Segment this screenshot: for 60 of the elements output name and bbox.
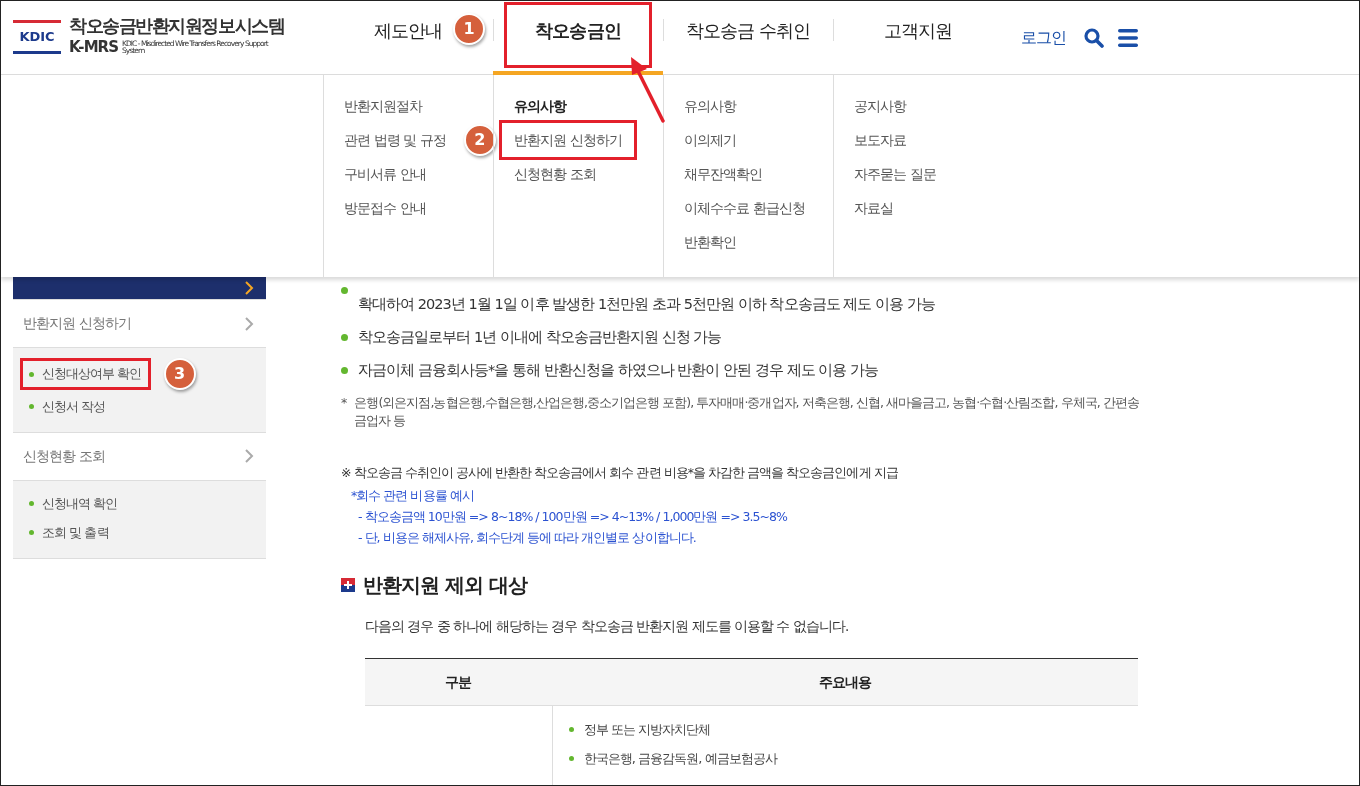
footnote-mark: * bbox=[341, 394, 347, 412]
sidebar-subitem[interactable]: 신청서 작성 bbox=[23, 394, 112, 420]
menu-item[interactable]: 방문접수 안내 bbox=[332, 191, 438, 225]
chevron-icon bbox=[244, 448, 254, 464]
bullet-text: 확대하여 2023년 1월 1일 이후 발생한 1천만원 초과 5천만원 이하 착오송금도 제도 이용 가능 bbox=[358, 295, 935, 314]
footnote-text: 은행(외은지점,농협은행,수협은행,산업은행,중소기업은행 포함), 투자매매·중개업자, 저축은행, 신협, 새마을금고, 농협·수협·산림조합, 우체국, 간편송금업자 등 bbox=[354, 394, 1140, 430]
sidebar-subitem[interactable]: 신청대상여부 확인 bbox=[23, 361, 148, 387]
bullet-icon bbox=[341, 334, 348, 341]
nav-tab[interactable]: 착오송금 수취인 bbox=[681, 4, 814, 65]
note-line: - 착오송금액 10만원 => 8~18% / 100만원 => 4~13% / 1,000만원 => 3.5~8% bbox=[357, 507, 788, 526]
nav-tab[interactable]: 고객지원 bbox=[879, 4, 957, 65]
nav-tab[interactable]: 제도안내 bbox=[369, 4, 447, 65]
step-number: 3 bbox=[163, 358, 196, 390]
note-line: *회수 관련 비용률 예시 bbox=[350, 486, 475, 505]
table-list-item: 한국은행, 금융감독원, 예금보험공사 bbox=[583, 749, 777, 768]
nav-tab[interactable]: 착오송금인 bbox=[507, 4, 649, 65]
menu-item[interactable]: 이의제기 bbox=[672, 123, 749, 157]
menu-item[interactable]: 공지사항 bbox=[842, 89, 919, 123]
step-number: 1 bbox=[453, 12, 485, 45]
menu-item[interactable]: 자주묻는 질문 bbox=[842, 157, 948, 191]
chevron-icon bbox=[244, 315, 254, 332]
sidebar-subitem[interactable]: 조회 및 출력 bbox=[23, 520, 115, 546]
pointer-arrow bbox=[631, 57, 665, 123]
column-header: 구분 bbox=[365, 658, 552, 706]
menu-item[interactable]: 반환확인 bbox=[672, 225, 749, 259]
menu-item[interactable]: 신청현황 조회 bbox=[502, 157, 608, 191]
menu-item[interactable]: 이체수수료 환급신청 bbox=[672, 191, 817, 225]
sidebar-subitem[interactable]: 신청내역 확인 bbox=[23, 490, 124, 516]
logo: KDIC bbox=[13, 20, 61, 55]
bullet-icon bbox=[341, 287, 348, 294]
menu-item[interactable]: 보도자료 bbox=[842, 123, 919, 157]
section-icon bbox=[341, 577, 355, 592]
menu-item[interactable]: 유의사항 bbox=[672, 89, 749, 123]
login-link[interactable]: 로그인 bbox=[1021, 25, 1067, 50]
search-icon[interactable] bbox=[1084, 27, 1105, 48]
menu-item[interactable]: 구비서류 안내 bbox=[332, 157, 438, 191]
menu-item[interactable]: 반환지원 신청하기 bbox=[502, 123, 634, 157]
bullet-text: 착오송금일로부터 1년 이내에 착오송금반환지원 신청 가능 bbox=[358, 328, 722, 347]
menu-item[interactable]: 자료실 bbox=[842, 191, 906, 225]
bullet-icon bbox=[568, 755, 574, 761]
sidebar-item[interactable] bbox=[13, 277, 266, 300]
intro-text: 다음의 경우 중 하나에 해당하는 경우 착오송금 반환지원 제도를 이용할 수 없습니다. bbox=[365, 616, 850, 636]
bullet-icon bbox=[568, 727, 574, 733]
table-list-item: 정부 또는 지방자치단체 bbox=[583, 721, 711, 739]
site-short-name: K-MRS bbox=[69, 37, 119, 59]
menu-item[interactable]: 채무잔액확인 bbox=[672, 157, 775, 191]
menu-item[interactable]: 관련 법령 및 규정 bbox=[332, 123, 458, 157]
bullet-icon bbox=[341, 367, 348, 374]
notice-text: ※ 착오송금 수취인이 공사에 반환한 착오송금에서 회수 관련 비용*을 차감한 금액을 착오송금인에게 지급 bbox=[341, 464, 899, 482]
bullet-text: 자금이체 금융회사등*을 통해 반환신청을 하였으나 반환이 안된 경우 제도 이용 가능 bbox=[358, 361, 879, 380]
step-number: 2 bbox=[463, 124, 496, 156]
chevron-icon bbox=[244, 280, 254, 296]
site-title: 착오송금반환지원정보시스템 bbox=[69, 16, 285, 37]
menu-icon[interactable] bbox=[1118, 27, 1139, 48]
menu-item[interactable]: 반환지원절차 bbox=[332, 89, 435, 123]
sidebar-item[interactable]: 신청현황 조회 bbox=[13, 432, 266, 481]
note-line: - 단, 비용은 해제사유, 회수단계 등에 따라 개인별로 상이합니다. bbox=[357, 528, 697, 547]
menu-item[interactable]: 유의사항 bbox=[502, 89, 579, 123]
column-header: 주요내용 bbox=[552, 658, 1138, 706]
section-heading: 반환지원 제외 대상 bbox=[363, 571, 528, 599]
